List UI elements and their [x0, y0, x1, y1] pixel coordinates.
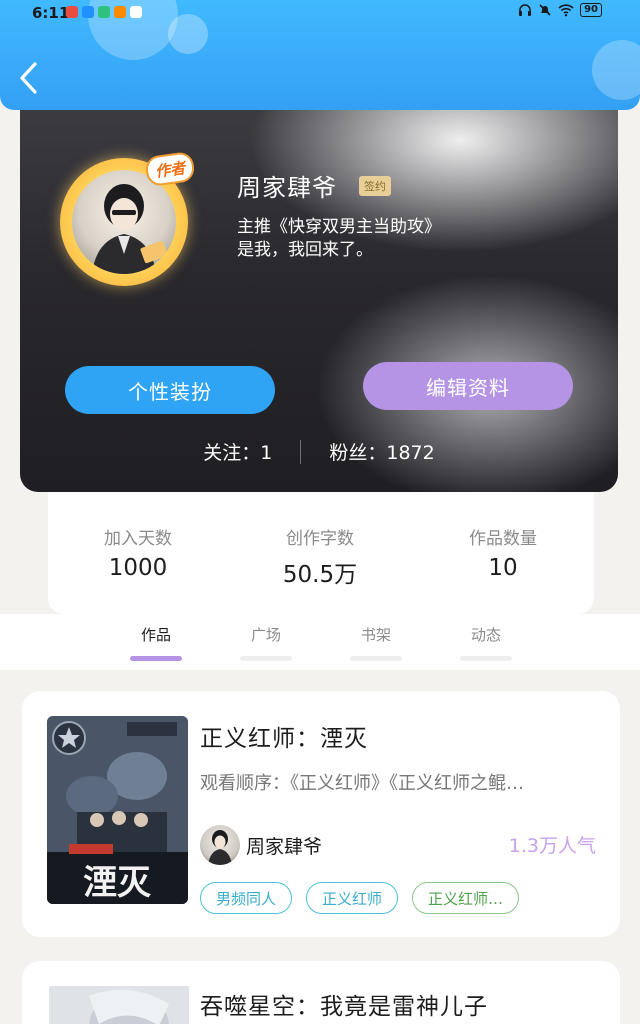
stat-label: 加入天数 [104, 529, 172, 549]
stat-value: 50.5万 [282, 562, 358, 588]
tab-indicator [240, 656, 292, 661]
tab-bar: 作品 广场 书架 动态 [0, 614, 640, 670]
tab-bookshelf[interactable]: 书架 [346, 624, 406, 661]
tab-label: 广场 [250, 626, 281, 644]
tab-square[interactable]: 广场 [236, 624, 296, 661]
author-tag: 作者 [144, 150, 196, 188]
wifi-icon [558, 4, 574, 17]
tab-label: 书架 [360, 626, 391, 644]
avatar-illustration [92, 184, 168, 274]
tab-indicator [350, 656, 402, 661]
stat-days-joined: 加入天数 1000 [63, 524, 213, 581]
profile-card: 作者 周家肆爷 签约 主推《快穿双男主当助攻》 是我，我回来了。 个性装扮 编辑… [20, 100, 618, 492]
following-count[interactable]: 关注：1 [203, 438, 272, 465]
book-cover[interactable] [49, 986, 189, 1024]
cover-illustration [49, 986, 189, 1024]
personal-style-button[interactable]: 个性装扮 [65, 366, 275, 414]
fans-count[interactable]: 粉丝：1872 [329, 438, 434, 465]
chevron-left-icon [20, 62, 37, 94]
stat-value: 1000 [108, 555, 168, 581]
tab-activity[interactable]: 动态 [456, 624, 516, 661]
bio-line: 是我，我回来了。 [237, 240, 373, 260]
work-card[interactable]: 吞噬星空：我竟是雷神儿子 [22, 961, 620, 1024]
tag[interactable]: 男频同人 [200, 882, 293, 914]
app-notification-icon [130, 6, 142, 18]
cover-title: 湮灭 [83, 863, 152, 903]
back-button[interactable] [10, 56, 46, 100]
stat-label: 作品数量 [469, 529, 537, 549]
avatar-image [72, 170, 176, 274]
popularity-count: 1.3万人气 [508, 835, 596, 857]
status-right-icons: 90 [518, 3, 602, 17]
work-title: 正义红师：湮灭 [200, 726, 368, 752]
status-app-icons [66, 6, 142, 18]
stat-label: 创作字数 [286, 529, 354, 549]
battery-indicator: 90 [580, 3, 602, 17]
tab-label: 动态 [470, 626, 501, 644]
app-notification-icon [114, 6, 126, 18]
stats-card: 加入天数 1000 创作字数 50.5万 作品数量 10 [48, 482, 594, 614]
top-header: 6:11 90 [0, 0, 640, 110]
reading-order: 观看顺序：《正义红师》《正义红师之鲲… [200, 773, 524, 794]
name-row: 周家肆爷 签约 [237, 168, 391, 203]
avatar-illustration [208, 830, 232, 865]
edit-profile-button[interactable]: 编辑资料 [363, 362, 573, 410]
decor-bubble [592, 40, 640, 100]
divider [300, 439, 302, 464]
follow-stats: 关注：1 粉丝：1872 [20, 438, 618, 465]
book-cover[interactable]: 湮灭 [47, 716, 188, 904]
tab-label: 作品 [140, 626, 171, 644]
bio-line: 主推《快穿双男主当助攻》 [237, 217, 441, 237]
mute-bell-icon [539, 4, 551, 16]
stat-value: 10 [488, 555, 518, 581]
signed-badge: 签约 [359, 175, 391, 196]
user-name: 周家肆爷 [237, 174, 337, 202]
author-name: 周家肆爷 [246, 835, 323, 858]
author-avatar[interactable]: 作者 [60, 150, 196, 286]
tag-list: 男频同人 正义红师 正义红师… [200, 882, 520, 914]
work-title: 吞噬星空：我竟是雷神儿子 [200, 994, 488, 1020]
work-author[interactable]: 周家肆爷 [200, 825, 322, 865]
tab-works[interactable]: 作品 [126, 624, 186, 661]
status-bar: 6:11 90 [0, 0, 640, 26]
tag[interactable]: 正义红师 [306, 882, 399, 914]
status-time: 6:11 [32, 4, 70, 22]
user-bio: 主推《快穿双男主当助攻》 是我，我回来了。 [237, 216, 537, 262]
tab-indicator [460, 656, 512, 661]
author-mini-avatar [200, 825, 240, 865]
stat-works-count: 作品数量 10 [428, 524, 578, 581]
stat-word-count: 创作字数 50.5万 [245, 524, 395, 589]
app-notification-icon [98, 6, 110, 18]
work-card[interactable]: 湮灭 正义红师：湮灭 观看顺序：《正义红师》《正义红师之鲲… 周家肆爷 1.3万… [22, 691, 620, 937]
app-notification-icon [82, 6, 94, 18]
tag[interactable]: 正义红师… [412, 882, 520, 914]
author-profile-page: 6:11 90 作者 周家肆爷 签约 主推《快穿双男主当助攻》 是我，我回来了。… [0, 0, 640, 1024]
headphones-icon [519, 4, 532, 16]
app-notification-icon [66, 6, 78, 18]
cover-illustration: 湮灭 [47, 716, 188, 904]
tab-indicator [130, 656, 182, 661]
